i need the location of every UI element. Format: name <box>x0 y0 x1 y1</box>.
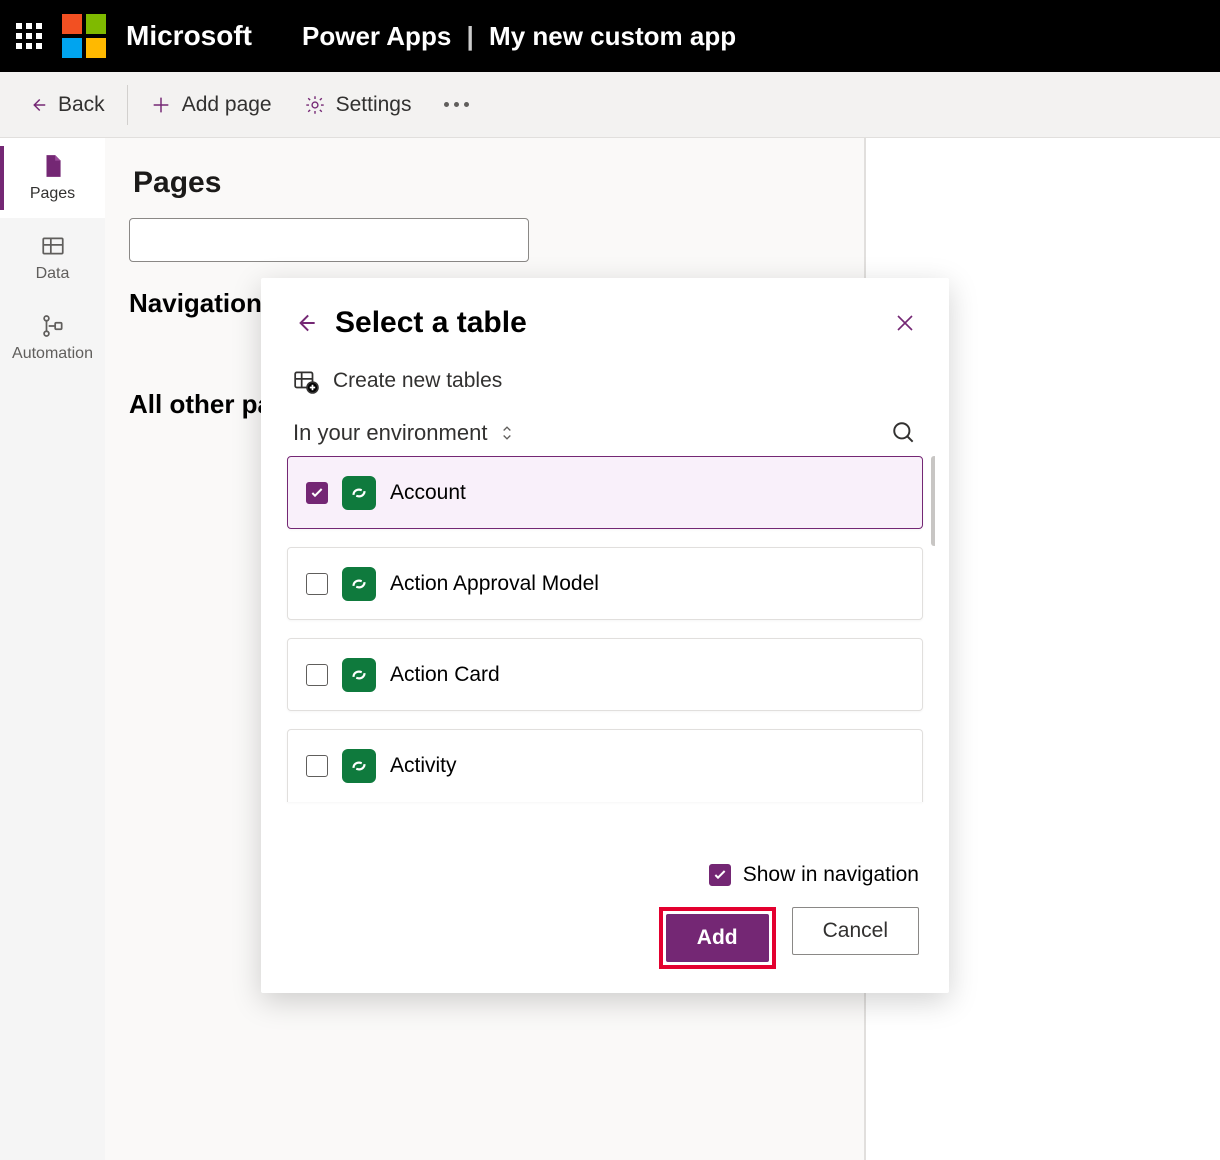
page-title: Pages <box>133 166 820 200</box>
divider <box>127 85 128 125</box>
create-new-tables-button[interactable]: Create new tables <box>275 340 935 402</box>
create-new-tables-label: Create new tables <box>333 369 502 393</box>
dialog-back-icon[interactable] <box>293 310 319 336</box>
add-button[interactable]: Add <box>666 914 769 962</box>
more-commands-button[interactable] <box>430 94 483 115</box>
dataverse-icon <box>342 476 376 510</box>
checkbox-unchecked-icon[interactable] <box>306 573 328 595</box>
table-name: Account <box>390 481 466 505</box>
back-arrow-icon <box>26 94 48 116</box>
brand-name: Microsoft <box>126 20 252 52</box>
table-item-account[interactable]: Account <box>287 456 923 529</box>
back-button[interactable]: Back <box>12 85 119 125</box>
table-name: Action Card <box>390 663 500 687</box>
table-item-action-card[interactable]: Action Card <box>287 638 923 711</box>
environment-filter[interactable]: In your environment <box>293 420 517 446</box>
show-in-nav-label: Show in navigation <box>743 863 919 887</box>
add-page-label: Add page <box>182 93 272 117</box>
add-button-label: Add <box>697 926 738 950</box>
checkbox-checked-icon[interactable] <box>306 482 328 504</box>
checkbox-unchecked-icon[interactable] <box>306 755 328 777</box>
table-name: Activity <box>390 754 457 778</box>
global-header: Microsoft Power Apps | My new custom app <box>0 0 1220 72</box>
plus-icon <box>150 94 172 116</box>
content-wrapper: Pages Navigation All other pages Select … <box>105 138 865 1160</box>
dialog-title: Select a table <box>335 306 877 340</box>
sort-icon <box>497 423 517 443</box>
content-panel: Pages Navigation All other pages Select … <box>105 138 844 1160</box>
rail-data-label: Data <box>36 265 70 283</box>
microsoft-logo <box>62 14 106 58</box>
page-icon <box>40 153 66 179</box>
gear-icon <box>304 94 326 116</box>
rail-pages-label: Pages <box>30 185 75 203</box>
show-in-navigation-row: Show in navigation <box>291 863 919 887</box>
dataverse-icon <box>342 658 376 692</box>
table-icon <box>40 233 66 259</box>
app-launcher-icon[interactable] <box>16 23 42 49</box>
rail-item-data[interactable]: Data <box>0 218 105 298</box>
flow-icon <box>40 313 66 339</box>
table-item-activity[interactable]: Activity <box>287 729 923 802</box>
left-rail: Pages Data Automation <box>0 138 105 1160</box>
current-app-name[interactable]: My new custom app <box>489 21 736 51</box>
search-input[interactable] <box>129 218 529 262</box>
app-context: Power Apps | My new custom app <box>302 21 736 52</box>
new-table-icon <box>293 368 319 394</box>
app-name[interactable]: Power Apps <box>302 21 451 51</box>
rail-item-automation[interactable]: Automation <box>0 298 105 378</box>
environment-label: In your environment <box>293 420 487 446</box>
settings-button[interactable]: Settings <box>290 85 426 125</box>
search-icon[interactable] <box>891 420 917 446</box>
breadcrumb-separator: | <box>467 21 474 51</box>
table-list: Account Action Approval Model <box>275 456 935 843</box>
add-page-button[interactable]: Add page <box>136 85 286 125</box>
cancel-button-label: Cancel <box>823 919 888 943</box>
main-area: Pages Data Automation Pages Navigation A… <box>0 138 1220 1160</box>
add-button-highlight: Add <box>659 907 776 969</box>
rail-item-pages[interactable]: Pages <box>0 138 105 218</box>
scrollbar-thumb[interactable] <box>931 456 935 546</box>
checkbox-unchecked-icon[interactable] <box>306 664 328 686</box>
command-bar: Back Add page Settings <box>0 72 1220 138</box>
cancel-button[interactable]: Cancel <box>792 907 919 955</box>
table-name: Action Approval Model <box>390 572 599 596</box>
close-icon[interactable] <box>893 311 917 335</box>
rail-automation-label: Automation <box>12 345 93 363</box>
dataverse-icon <box>342 749 376 783</box>
table-item-action-approval-model[interactable]: Action Approval Model <box>287 547 923 620</box>
dataverse-icon <box>342 567 376 601</box>
show-in-nav-checkbox[interactable] <box>709 864 731 886</box>
back-label: Back <box>58 93 105 117</box>
settings-label: Settings <box>336 93 412 117</box>
select-table-dialog: Select a table Create new tables In your… <box>261 278 949 993</box>
